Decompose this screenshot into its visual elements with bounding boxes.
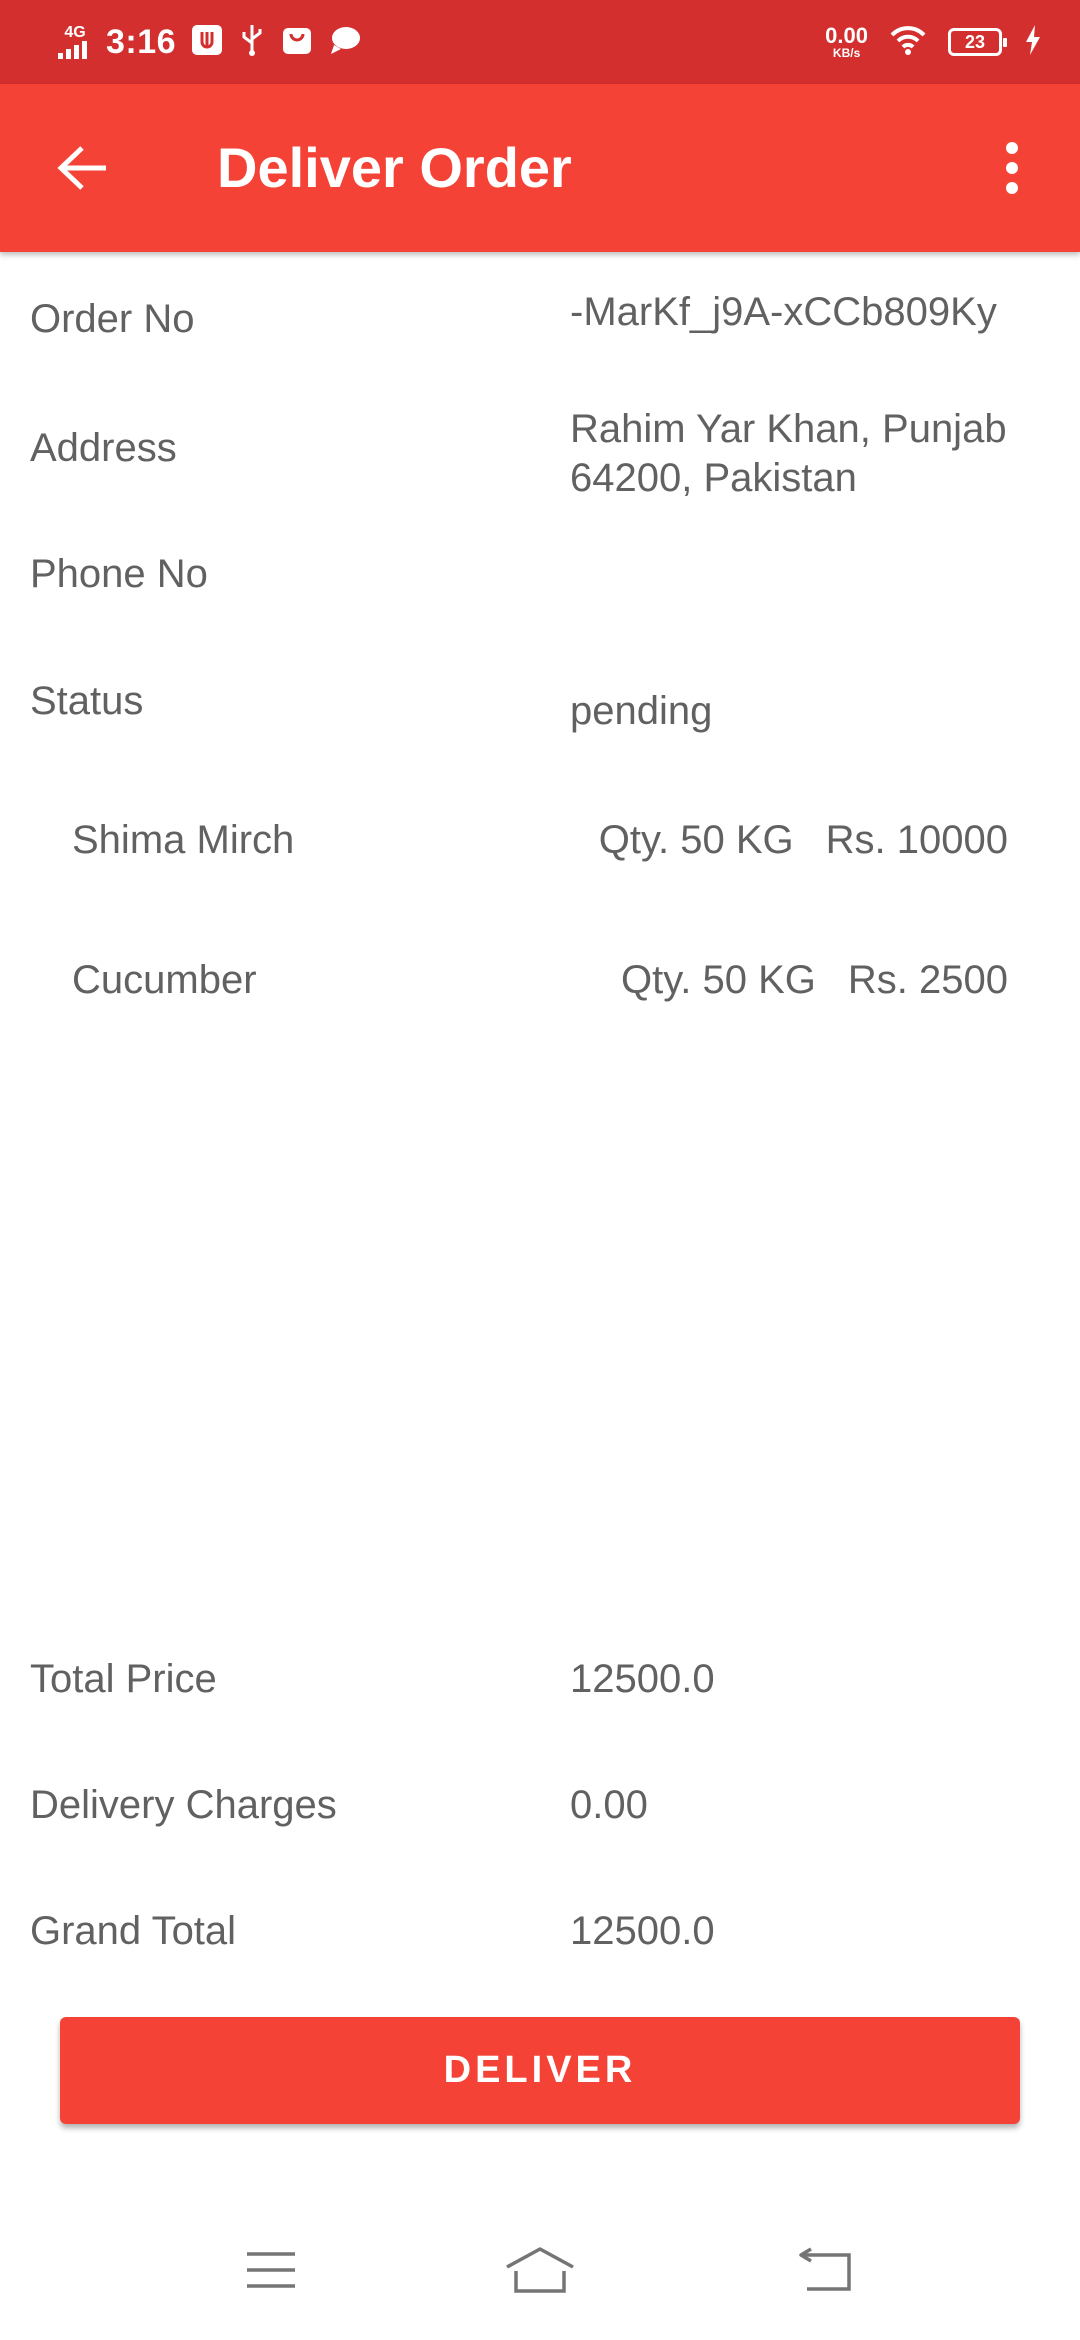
- item-quantity: Qty. 50 KG: [598, 818, 794, 862]
- item-price: Rs. 2500: [847, 958, 1008, 1002]
- total-price-value: 12500.0: [570, 1657, 715, 1701]
- status-bar-right: 0.00 KB/s 23: [825, 0, 1042, 84]
- nav-home-button[interactable]: [490, 2225, 590, 2315]
- shopping-bag-icon: [280, 23, 314, 62]
- page-title: Deliver Order: [217, 136, 572, 199]
- total-price-label: Total Price: [30, 1657, 217, 1701]
- address-label: Address: [30, 426, 177, 470]
- signal-icon: 4G: [58, 25, 92, 59]
- battery-level: 23: [964, 31, 986, 52]
- status-value: pending: [570, 689, 713, 733]
- status-label: Status: [30, 679, 144, 723]
- back-button[interactable]: [40, 126, 124, 210]
- menu-icon: [247, 2252, 295, 2288]
- usb-icon: [238, 23, 266, 62]
- status-bar-left: 4G 3:16: [58, 0, 362, 84]
- more-vert-icon: [1006, 142, 1018, 194]
- delivery-charges-label: Delivery Charges: [30, 1783, 337, 1827]
- nav-back-button[interactable]: [775, 2225, 875, 2315]
- charging-icon: [1024, 24, 1042, 61]
- system-nav-bar: [0, 2195, 1080, 2340]
- item-meta: Qty. 50 KG Rs. 2500: [621, 958, 1008, 1003]
- nav-menu-button[interactable]: [221, 2225, 321, 2315]
- status-bar: 4G 3:16 0.00 KB/s 23: [0, 0, 1080, 84]
- battery-icon: 23: [948, 28, 1007, 56]
- grand-total-value: 12500.0: [570, 1909, 715, 1953]
- item-quantity: Qty. 50 KG: [621, 958, 816, 1002]
- home-icon: [506, 2247, 574, 2293]
- arrow-back-icon: [57, 146, 106, 190]
- address-value: Rahim Yar Khan, Punjab 64200, Pakistan: [570, 407, 1007, 500]
- grand-total-label: Grand Total: [30, 1909, 237, 1953]
- order-no-value: -MarKf_j9A-xCCb809Ky: [570, 290, 997, 334]
- item-price: Rs. 10000: [825, 818, 1008, 862]
- back-icon: [799, 2247, 851, 2291]
- order-no-label: Order No: [30, 297, 195, 341]
- item-meta: Qty. 50 KG Rs. 10000: [599, 818, 1008, 863]
- clock: 3:16: [106, 22, 177, 61]
- item-name: Cucumber: [72, 958, 257, 1002]
- app-bar: Deliver Order: [0, 84, 1080, 252]
- deliver-button[interactable]: DELIVER: [60, 2017, 1020, 2124]
- delivery-charges-value: 0.00: [570, 1783, 648, 1827]
- phone-no-label: Phone No: [30, 552, 208, 596]
- overflow-menu-button[interactable]: [970, 126, 1054, 210]
- screen: 4G 3:16 0.00 KB/s 23 Deliver Order Order…: [0, 0, 1080, 2340]
- network-speed: 0.00 KB/s: [825, 23, 868, 60]
- message-icon: [328, 23, 362, 62]
- usb-debug-icon: [190, 23, 224, 62]
- wifi-icon: [890, 25, 926, 60]
- item-name: Shima Mirch: [72, 818, 295, 862]
- network-type: 4G: [64, 24, 86, 41]
